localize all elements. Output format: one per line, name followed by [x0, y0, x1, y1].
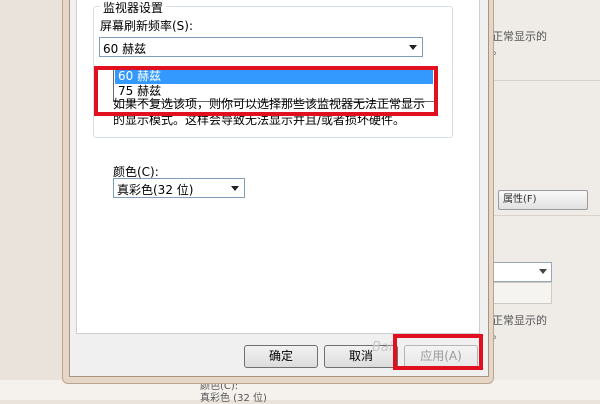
refresh-rate-value: 60 赫兹 [103, 42, 147, 56]
bg-divider [478, 80, 600, 81]
dialog-client-area: 监视器设置 屏幕刷新频率(S): 60 赫兹 60 赫兹 75 赫兹 如果不复选… [69, 0, 489, 377]
refresh-rate-select[interactable]: 60 赫兹 [99, 37, 423, 57]
monitor-tab-panel: 监视器设置 屏幕刷新频率(S): 60 赫兹 60 赫兹 75 赫兹 如果不复选… [76, 0, 480, 334]
monitor-dialog: 监视器设置 屏幕刷新频率(S): 60 赫兹 60 赫兹 75 赫兹 如果不复选… [62, 0, 494, 384]
bg-combo-list [492, 282, 552, 304]
bg-combo[interactable] [492, 262, 552, 282]
refresh-rate-label: 屏幕刷新频率(S): [100, 19, 194, 33]
monitor-settings-legend: 监视器设置 [100, 0, 167, 16]
color-value: 真彩色(32 位) [117, 183, 194, 197]
highlight-apply-button [393, 334, 483, 370]
bg-divider-2 [478, 215, 600, 216]
color-select[interactable]: 真彩色(32 位) [113, 178, 245, 198]
chevron-down-icon[interactable] [227, 180, 243, 196]
watermark: Bai [372, 340, 393, 355]
highlight-refresh-options [94, 66, 438, 116]
chevron-down-icon[interactable] [405, 39, 421, 55]
bg-color-value: 真彩色 (32 位) [200, 393, 267, 404]
ok-button[interactable]: 确定 [244, 345, 318, 368]
chevron-down-icon [539, 269, 547, 274]
bg-properties-button[interactable]: 属性(F) [498, 190, 588, 210]
